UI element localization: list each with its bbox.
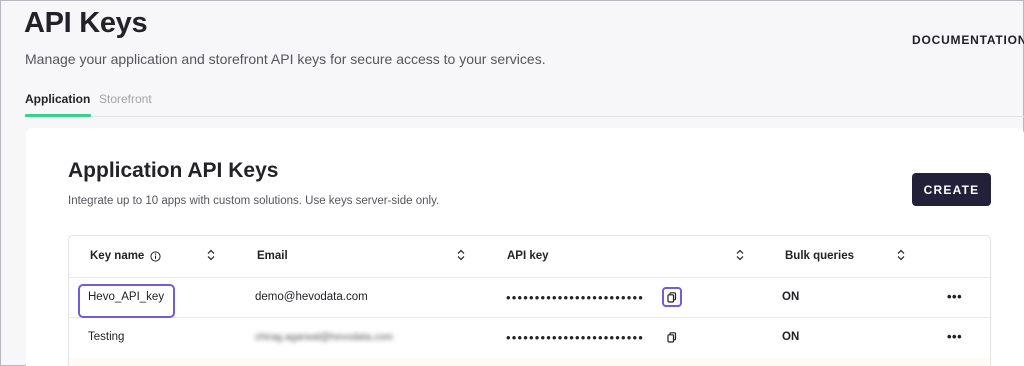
page-title: API Keys <box>24 7 148 39</box>
table-bottom-strip <box>69 358 990 366</box>
sort-icon[interactable] <box>457 249 465 261</box>
column-header-email: Email <box>257 250 288 262</box>
api-key-masked: •••••••••••••••••••••••• <box>506 330 645 345</box>
documentation-link[interactable]: DOCUMENTATION <box>912 33 1024 47</box>
key-name: Testing <box>88 331 125 343</box>
active-tab-indicator <box>25 114 92 117</box>
page-subtitle: Manage your application and storefront A… <box>25 51 546 67</box>
email: demo@hevodata.com <box>255 291 368 303</box>
key-name: Hevo_API_key <box>88 291 165 303</box>
more-icon[interactable]: ••• <box>947 289 962 304</box>
column-header-bulk-queries: Bulk queries <box>785 250 855 262</box>
section-description: Integrate up to 10 apps with custom solu… <box>68 195 440 207</box>
more-icon[interactable]: ••• <box>947 329 962 344</box>
api-key-masked: •••••••••••••••••••••••• <box>506 290 645 305</box>
table-row[interactable]: Hevo_API_key demo@hevodata.com •••••••••… <box>69 278 990 318</box>
tab-application-label: Application <box>25 92 91 106</box>
tab-application[interactable]: Application <box>25 92 92 117</box>
create-button[interactable]: CREATE <box>912 173 991 206</box>
copy-icon[interactable] <box>662 327 682 347</box>
tab-bar: Application Storefront <box>24 88 1024 117</box>
table-row[interactable]: Testing chirag.agarwal@hevodata.com ••••… <box>69 318 990 358</box>
bulk-queries-status: ON <box>782 291 800 303</box>
info-icon[interactable] <box>150 251 161 262</box>
sort-icon[interactable] <box>207 249 215 261</box>
application-keys-card: Application API Keys Integrate up to 10 … <box>26 128 1024 366</box>
email: chirag.agarwal@hevodata.com <box>255 332 394 343</box>
api-keys-table: Key name Email API key Bulk queries Hevo… <box>68 235 991 366</box>
tab-storefront[interactable]: Storefront <box>99 92 152 106</box>
column-header-key-name: Key name <box>90 250 145 262</box>
bulk-queries-status: ON <box>782 331 800 343</box>
table-header: Key name Email API key Bulk queries <box>69 236 990 278</box>
section-title: Application API Keys <box>68 159 279 182</box>
copy-icon[interactable] <box>662 287 682 307</box>
sort-icon[interactable] <box>897 249 905 261</box>
sort-icon[interactable] <box>736 249 744 261</box>
column-header-api-key: API key <box>507 250 549 262</box>
